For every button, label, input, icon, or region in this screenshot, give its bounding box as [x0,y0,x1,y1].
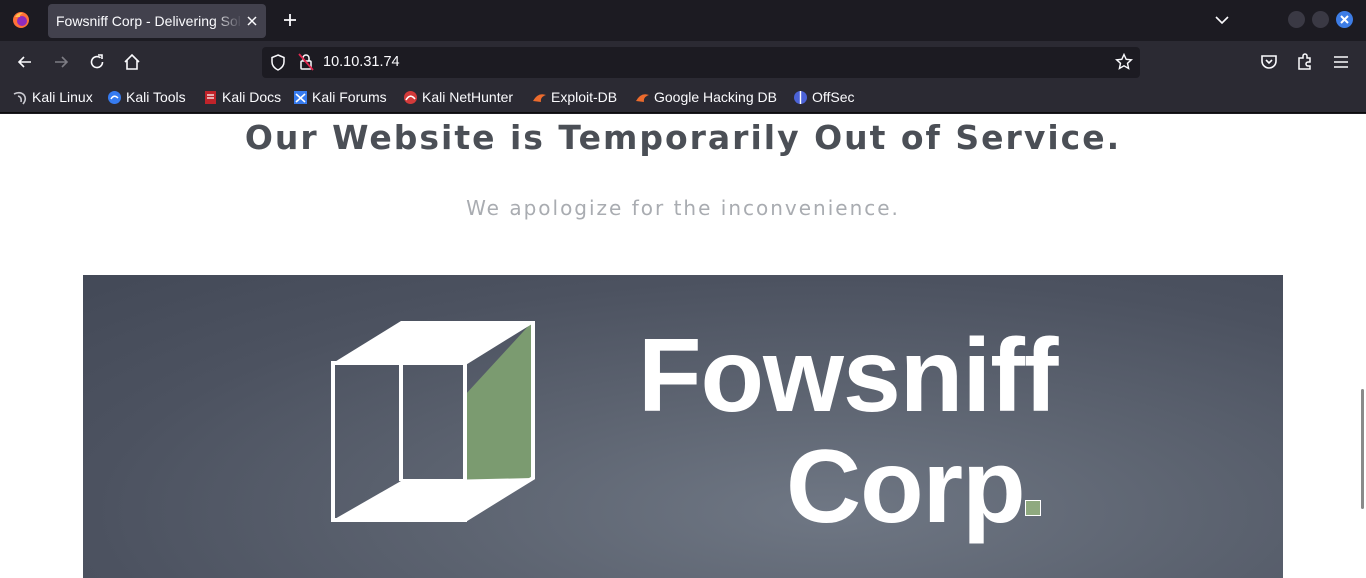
bookmark-kali-nethunter[interactable]: Kali NetHunter [403,89,513,105]
close-window-button[interactable] [1336,11,1353,28]
home-icon[interactable] [122,52,142,72]
reload-icon[interactable] [87,52,107,72]
shield-icon[interactable] [270,54,286,71]
page-scrollbar[interactable] [1361,389,1364,509]
maximize-window-button[interactable] [1312,11,1329,28]
bookmark-kali-tools[interactable]: Kali Tools [107,89,186,105]
ghdb-icon [636,93,649,102]
bookmark-exploit-db[interactable]: Exploit-DB [532,89,617,105]
new-tab-icon[interactable] [281,11,299,29]
firefox-logo-icon[interactable] [12,11,30,29]
kali-tools-icon [108,90,121,104]
back-arrow-icon[interactable] [15,52,35,72]
bookmark-google-hacking-db[interactable]: Google Hacking DB [635,89,777,105]
bookmark-label: OffSec [812,89,855,105]
bookmarks-toolbar: Kali Linux Kali Tools Kali Docs Kali For… [0,83,1366,113]
navigation-toolbar: 10.10.31.74 [0,41,1366,83]
close-icon [1340,15,1349,24]
close-tab-icon[interactable] [244,13,260,29]
page-subheadline: We apologize for the inconvenience. [466,196,900,220]
offsec-icon [794,90,807,104]
cube-logo-icon [331,321,535,522]
bookmark-label: Kali Tools [126,89,186,105]
bookmark-label: Kali NetHunter [422,89,514,105]
pocket-icon[interactable] [1259,52,1279,72]
bookmark-kali-docs[interactable]: Kali Docs [203,89,281,105]
bookmark-label: Kali Linux [32,89,93,105]
bookmark-star-icon[interactable] [1115,53,1133,71]
forward-arrow-icon[interactable] [51,52,71,72]
exploit-db-icon [533,93,546,102]
brand-line-2: Corp [786,429,1026,545]
page-headline: Our Website is Temporarily Out of Servic… [244,118,1122,157]
extensions-icon[interactable] [1295,52,1315,72]
tab-title: Fowsniff Corp - Delivering Solutions [56,13,242,29]
tab-active[interactable]: Fowsniff Corp - Delivering Solutions [48,4,266,38]
tab-strip: Fowsniff Corp - Delivering Solutions [0,0,1366,41]
chevron-down-icon[interactable] [1214,12,1230,28]
brand-line-1: Fowsniff [638,318,1058,434]
address-bar[interactable]: 10.10.31.74 [262,47,1140,78]
kali-dragon-icon [13,91,27,104]
bookmark-label: Kali Docs [222,89,282,105]
bookmark-label: Google Hacking DB [654,89,777,105]
kali-docs-icon [205,90,216,104]
bookmark-kali-linux[interactable]: Kali Linux [13,89,93,105]
hamburger-menu-icon[interactable] [1331,52,1351,72]
web-page: Our Website is Temporarily Out of Servic… [0,114,1366,578]
kali-forums-icon [294,90,307,104]
hero-banner: Fowsniff Corp [83,275,1283,578]
bookmark-kali-forums[interactable]: Kali Forums [293,89,387,105]
bookmark-offsec[interactable]: OffSec [793,89,855,105]
bookmark-label: Kali Forums [312,89,387,105]
nethunter-icon [404,90,417,104]
insecure-lock-icon[interactable] [298,53,314,71]
brand-dot [1025,500,1041,516]
minimize-window-button[interactable] [1288,11,1305,28]
url-text[interactable]: 10.10.31.74 [323,54,400,70]
bookmark-label: Exploit-DB [551,89,618,105]
